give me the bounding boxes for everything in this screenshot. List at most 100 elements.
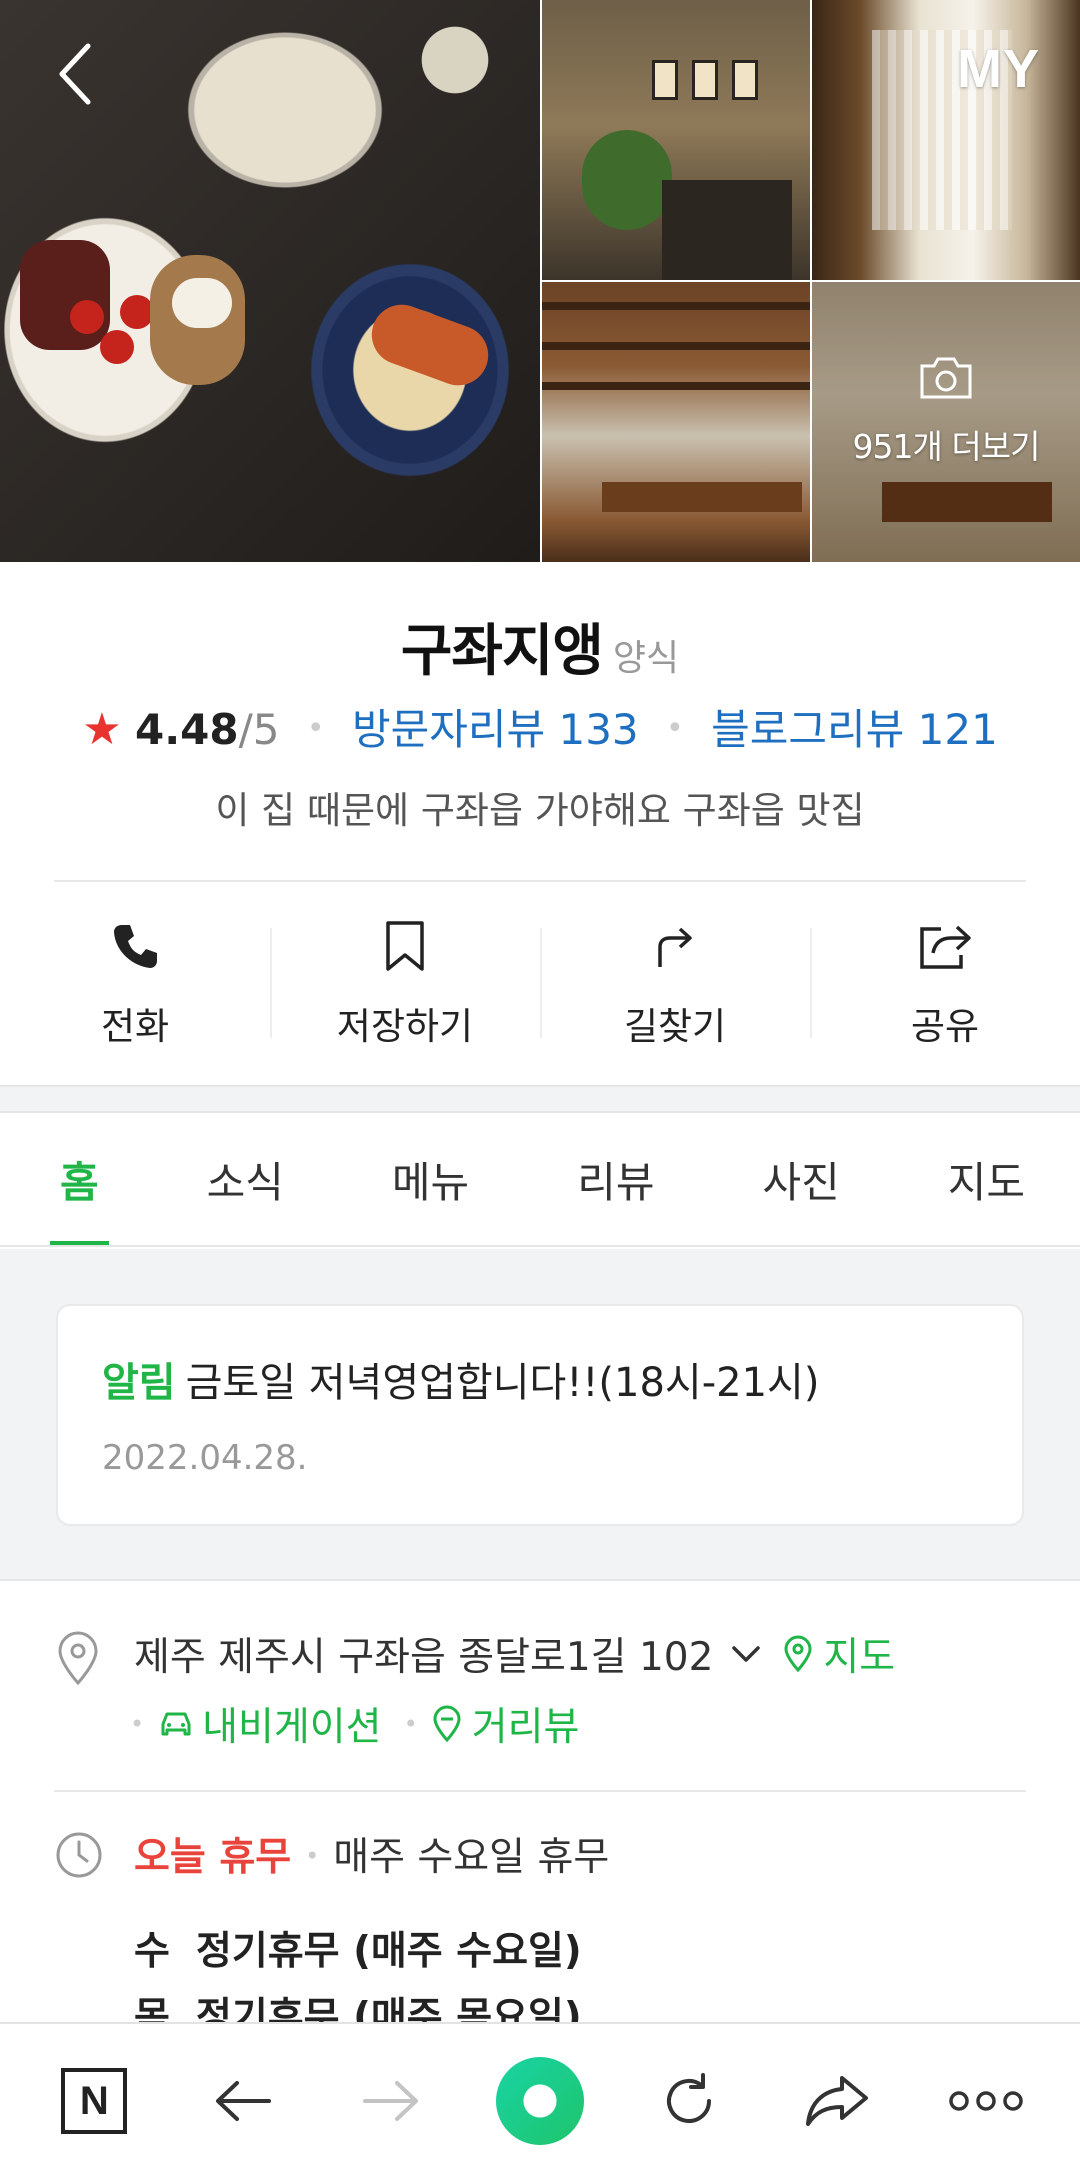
directions-icon xyxy=(647,918,703,974)
directions-button[interactable]: 길찾기 xyxy=(540,900,810,1070)
photo-beam xyxy=(542,342,810,350)
photo-cream xyxy=(172,278,232,328)
share-icon xyxy=(917,918,973,974)
rating-row: ★ 4.48/5 • 방문자리뷰 133 • 블로그리뷰 121 xyxy=(0,696,1080,757)
separator-dot: • xyxy=(403,1710,418,1738)
visitor-reviews-link[interactable]: 방문자리뷰 133 xyxy=(352,705,639,754)
camera-icon xyxy=(920,357,972,399)
address-links: • 내비게이션 • 거리뷰 xyxy=(130,1696,579,1752)
back-button[interactable] xyxy=(44,34,104,114)
browser-share-button[interactable] xyxy=(782,2046,892,2156)
directions-label: 길찾기 xyxy=(623,1005,727,1048)
blog-reviews-link[interactable]: 블로그리뷰 121 xyxy=(711,705,998,754)
hours-text: 정기휴무 (매주 수요일) xyxy=(196,1929,582,1974)
address-text: 제주 제주시 구좌읍 종달로1길 102 xyxy=(134,1635,714,1680)
more-photos-button[interactable]: 951개 더보기 xyxy=(812,282,1080,562)
refresh-icon xyxy=(666,2073,711,2123)
browser-forward-button[interactable] xyxy=(336,2046,446,2156)
notice-date: 2022.04.28. xyxy=(102,1438,308,1478)
photo-tomato xyxy=(70,300,104,334)
street-view-icon xyxy=(433,1705,461,1743)
tab-map[interactable]: 지도 xyxy=(948,1113,1025,1245)
call-label: 전화 xyxy=(100,1005,170,1048)
photo-beam xyxy=(542,302,810,310)
tab-bar: 홈 소식 메뉴 리뷰 사진 지도 주 xyxy=(0,1113,1080,1247)
naver-home-button[interactable]: N xyxy=(39,2046,149,2156)
phone-icon xyxy=(107,918,163,974)
more-dots-icon xyxy=(948,2091,1023,2111)
chevron-down-icon[interactable] xyxy=(731,1644,761,1664)
section-divider xyxy=(0,1085,1080,1113)
hours-day: 수 xyxy=(134,1929,170,1974)
map-pin-icon xyxy=(784,1635,812,1673)
separator-dot: • xyxy=(130,1710,145,1738)
address-line[interactable]: 제주 제주시 구좌읍 종달로1길 102 지도 xyxy=(134,1626,895,1682)
photo-beam xyxy=(542,382,810,390)
rating-score: 4.48 xyxy=(135,705,239,754)
place-title: 구좌지앵 양식 xyxy=(0,606,1080,687)
notice-tag: 알림 xyxy=(102,1360,176,1406)
more-photos-label: 951개 더보기 xyxy=(852,427,1041,466)
arrow-right-icon xyxy=(363,2081,419,2121)
notice-text: 금토일 저녁영업합니다!!(18시-21시) xyxy=(185,1360,820,1406)
my-button[interactable]: MY xyxy=(957,38,1040,100)
save-button[interactable]: 저장하기 xyxy=(270,900,540,1070)
location-pin-icon xyxy=(58,1631,98,1686)
street-view-label: 거리뷰 xyxy=(471,1705,580,1750)
photo-interior-3[interactable] xyxy=(542,282,810,562)
tab-home[interactable]: 홈 xyxy=(50,1113,109,1245)
hours-summary: 매주 수요일 휴무 xyxy=(333,1835,610,1880)
share-button[interactable]: 공유 xyxy=(810,900,1080,1070)
rating-max: /5 xyxy=(238,705,280,754)
naver-logo-icon: N xyxy=(61,2068,128,2134)
bookmark-icon xyxy=(377,918,433,974)
separator-dot: • xyxy=(666,711,684,746)
browser-back-button[interactable] xyxy=(188,2046,298,2156)
photo-cabinet xyxy=(662,180,792,280)
call-button[interactable]: 전화 xyxy=(0,900,270,1070)
today-status: 오늘 휴무 xyxy=(134,1835,292,1880)
street-view-link[interactable]: 거리뷰 xyxy=(432,1696,580,1752)
browser-toolbar: N xyxy=(0,2022,1080,2178)
more-menu-button[interactable] xyxy=(931,2046,1041,2156)
photo-steak xyxy=(20,240,110,350)
hours-list-item: 수 정기휴무 (매주 수요일) xyxy=(134,1920,582,1986)
notice-line: 알림 금토일 저녁영업합니다!!(18시-21시) xyxy=(102,1350,978,1408)
navigation-link[interactable]: 내비게이션 xyxy=(158,1696,382,1752)
photo-interior-1[interactable] xyxy=(542,0,810,280)
photo-tomato xyxy=(120,295,154,329)
navigation-label: 내비게이션 xyxy=(202,1705,382,1750)
tab-photos[interactable]: 사진 xyxy=(762,1113,839,1245)
chevron-left-icon xyxy=(59,43,91,105)
green-dot-button[interactable] xyxy=(485,2046,595,2156)
photo-table xyxy=(602,482,802,512)
separator-dot: • xyxy=(306,711,325,746)
hours-status-line: 오늘 휴무 • 매주 수요일 휴무 xyxy=(134,1826,609,1882)
arrow-left-icon xyxy=(215,2081,271,2121)
star-icon: ★ xyxy=(82,704,122,755)
tab-reviews[interactable]: 리뷰 xyxy=(577,1113,654,1245)
share-arrow-icon xyxy=(806,2076,869,2126)
photo-tomato xyxy=(100,330,134,364)
place-name: 구좌지앵 xyxy=(400,619,604,684)
divider xyxy=(54,1790,1026,1792)
car-icon xyxy=(161,1712,191,1736)
notice-card[interactable]: 알림 금토일 저녁영업합니다!!(18시-21시) 2022.04.28. xyxy=(56,1304,1024,1526)
share-label: 공유 xyxy=(910,1005,980,1048)
photo-plant xyxy=(582,130,672,230)
photo-frame xyxy=(652,60,678,100)
tab-news[interactable]: 소식 xyxy=(207,1113,284,1245)
green-dot-icon xyxy=(495,2057,584,2145)
refresh-button[interactable] xyxy=(634,2046,744,2156)
map-link[interactable]: 지도 xyxy=(783,1626,895,1682)
tab-menu[interactable]: 메뉴 xyxy=(392,1113,469,1245)
separator-dot: • xyxy=(305,1842,320,1870)
photo-frame xyxy=(732,60,758,100)
photo-frame xyxy=(692,60,718,100)
photo-shrimp xyxy=(363,296,497,394)
save-label: 저장하기 xyxy=(336,1005,474,1048)
place-description: 이 집 때문에 구좌읍 가야해요 구좌읍 맛집 xyxy=(215,789,865,832)
action-bar: 전화 저장하기 길찾기 공유 xyxy=(0,900,1080,1070)
photo-gallery[interactable]: 951개 더보기 xyxy=(0,0,1080,562)
clock-icon xyxy=(56,1832,102,1878)
